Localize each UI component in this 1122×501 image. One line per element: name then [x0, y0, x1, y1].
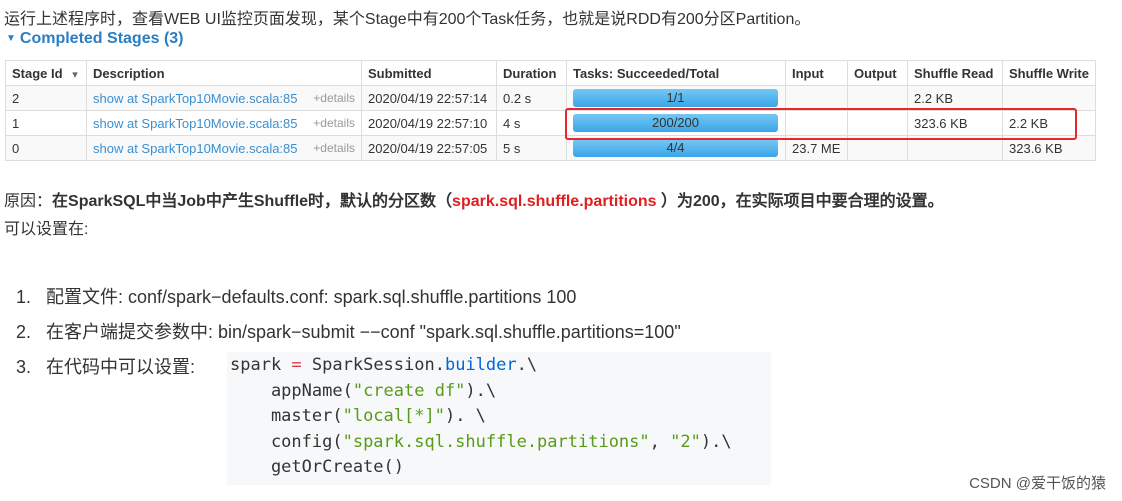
shuffle-read: 2.2 KB — [907, 85, 1003, 111]
stage-id: 0 — [5, 135, 87, 161]
submitted: 2020/04/19 22:57:05 — [361, 135, 497, 161]
stage-description-link[interactable]: show at SparkTop10Movie.scala:85 — [93, 91, 298, 106]
col-stage-id[interactable]: Stage Id ▾ — [5, 60, 87, 86]
watermark: CSDN @爱干饭的猿 — [969, 475, 1106, 492]
tasks-progress-bar: 4/4 — [573, 139, 778, 157]
shuffle-write — [1002, 85, 1096, 111]
highlight-box — [565, 108, 1077, 140]
list-item: 1. 配置文件: conf/spark−defaults.conf: spark.… — [16, 287, 577, 307]
reason-line2: 可以设置在: — [4, 221, 89, 238]
param-name: spark.sql.shuffle.partitions — [452, 193, 657, 210]
col-description[interactable]: Description — [86, 60, 362, 86]
duration: 4 s — [496, 110, 567, 136]
table-row: 2 show at SparkTop10Movie.scala:85 +detai… — [5, 85, 1096, 111]
reason-paragraph: 原因：在SparkSQL中当Job中产生Shuffle时，默认的分区数（spar… — [4, 193, 944, 210]
col-input[interactable]: Input — [785, 60, 848, 86]
input — [785, 85, 848, 111]
col-output[interactable]: Output — [847, 60, 908, 86]
completed-stages-toggle[interactable]: ▼ Completed Stages (3) — [6, 30, 184, 48]
stage-description-link[interactable]: show at SparkTop10Movie.scala:85 — [93, 141, 298, 156]
details-toggle[interactable]: +details — [313, 116, 355, 130]
list-item: 3. 在代码中可以设置: — [16, 357, 196, 377]
col-tasks[interactable]: Tasks: Succeeded/Total — [566, 60, 786, 86]
col-shuffle-read[interactable]: Shuffle Read — [907, 60, 1003, 86]
col-shuffle-write[interactable]: Shuffle Write — [1002, 60, 1096, 86]
tasks-progress-bar: 1/1 — [573, 89, 778, 107]
list-item: 2. 在客户端提交参数中: bin/spark−submit −−conf "sp… — [16, 322, 681, 342]
stage-description-link[interactable]: show at SparkTop10Movie.scala:85 — [93, 116, 298, 131]
duration: 5 s — [496, 135, 567, 161]
submitted: 2020/04/19 22:57:10 — [361, 110, 497, 136]
section-title: Completed Stages (3) — [19, 30, 184, 47]
details-toggle[interactable]: +details — [313, 141, 355, 155]
stage-id: 2 — [5, 85, 87, 111]
caret-down-icon: ▼ — [6, 33, 16, 44]
output — [847, 85, 908, 111]
col-duration[interactable]: Duration — [496, 60, 567, 86]
intro-text: 运行上述程序时，查看WEB UI监控页面发现，某个Stage中有200个Task… — [4, 11, 811, 28]
duration: 0.2 s — [496, 85, 567, 111]
sort-icon[interactable]: ▾ — [72, 69, 78, 81]
stage-id: 1 — [5, 110, 87, 136]
details-toggle[interactable]: +details — [313, 91, 355, 105]
submitted: 2020/04/19 22:57:14 — [361, 85, 497, 111]
col-submitted[interactable]: Submitted — [361, 60, 497, 86]
code-block: spark = SparkSession.builder.\ appName("… — [227, 352, 771, 485]
